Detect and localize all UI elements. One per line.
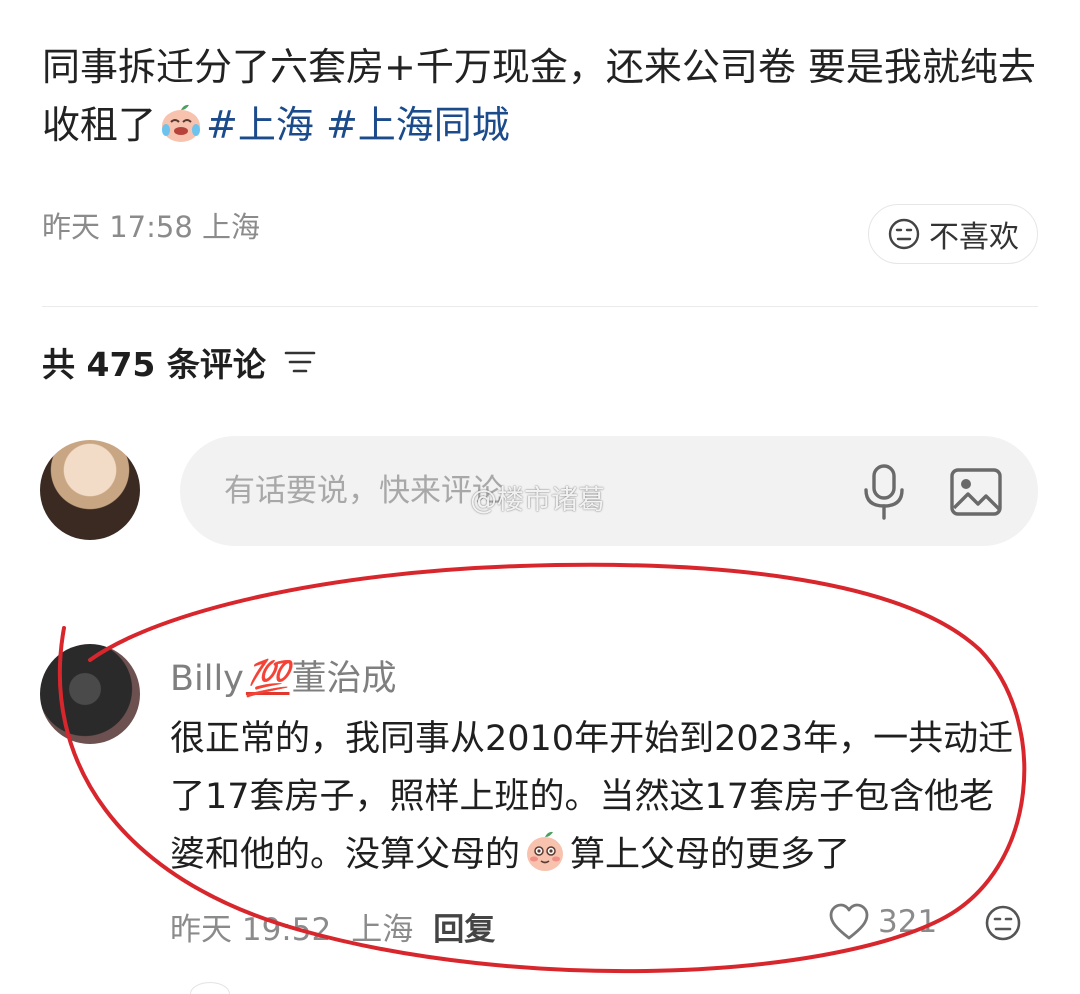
comments-header: 共 475 条评论 (42, 338, 316, 386)
post-meta: 昨天 17:58 上海 (42, 204, 260, 246)
post-location: 上海 (202, 210, 261, 244)
crying-laughing-emoji-icon (158, 100, 204, 146)
heart-icon (829, 903, 869, 940)
commenter-name-text: Billy (170, 659, 244, 699)
like-button[interactable]: 321 (828, 902, 937, 942)
commenter-name-suffix: 董治成 (291, 659, 397, 699)
comments-count: 共 475 条评论 (42, 345, 266, 384)
sort-filter-icon[interactable] (284, 349, 316, 375)
comment-meta: 昨天 19:52 上海 回复 (170, 904, 495, 949)
comment-text-end: 算上父母的更多了 (570, 835, 851, 875)
commenter-name[interactable]: Billy💯董治成 (170, 650, 397, 701)
post-time: 昨天 17:58 (42, 210, 193, 244)
hashtag-shanghai-tongcheng-link[interactable]: #上海同城 (326, 103, 510, 147)
next-comment-avatar-edge (190, 982, 230, 994)
hashtag-shanghai-link[interactable]: #上海 (206, 103, 314, 147)
comment-body: 很正常的，我同事从2010年开始到2023年，一共动迁了17套房子，照样上班的。… (170, 710, 1020, 884)
dislike-button[interactable]: 不喜欢 (868, 204, 1038, 264)
comment-dislike-face-icon[interactable] (984, 904, 1022, 942)
post-body: 同事拆迁分了六套房+千万现金，还来公司卷 要是我就纯去收租了 #上海 #上海同城 (42, 38, 1042, 154)
shy-peach-emoji-icon (522, 828, 568, 874)
weibo-post-page: 同事拆迁分了六套房+千万现金，还来公司卷 要是我就纯去收租了 #上海 #上海同城 … (0, 0, 1080, 994)
hundred-points-badge-icon: 💯 (245, 659, 290, 699)
like-count: 321 (878, 904, 938, 940)
dislike-label: 不喜欢 (929, 220, 1019, 255)
microphone-icon[interactable] (856, 462, 912, 522)
comment-composer[interactable] (180, 436, 1038, 546)
image-icon[interactable] (948, 464, 1004, 520)
watermark: @楼市诸葛 (470, 485, 605, 516)
neutral-face-icon (888, 218, 920, 250)
my-avatar[interactable] (40, 440, 140, 540)
commenter-avatar[interactable] (40, 644, 140, 744)
divider (42, 306, 1038, 307)
reply-button[interactable]: 回复 (433, 904, 495, 949)
comment-location: 上海 (351, 912, 414, 948)
comment-time: 昨天 19:52 (170, 912, 332, 948)
